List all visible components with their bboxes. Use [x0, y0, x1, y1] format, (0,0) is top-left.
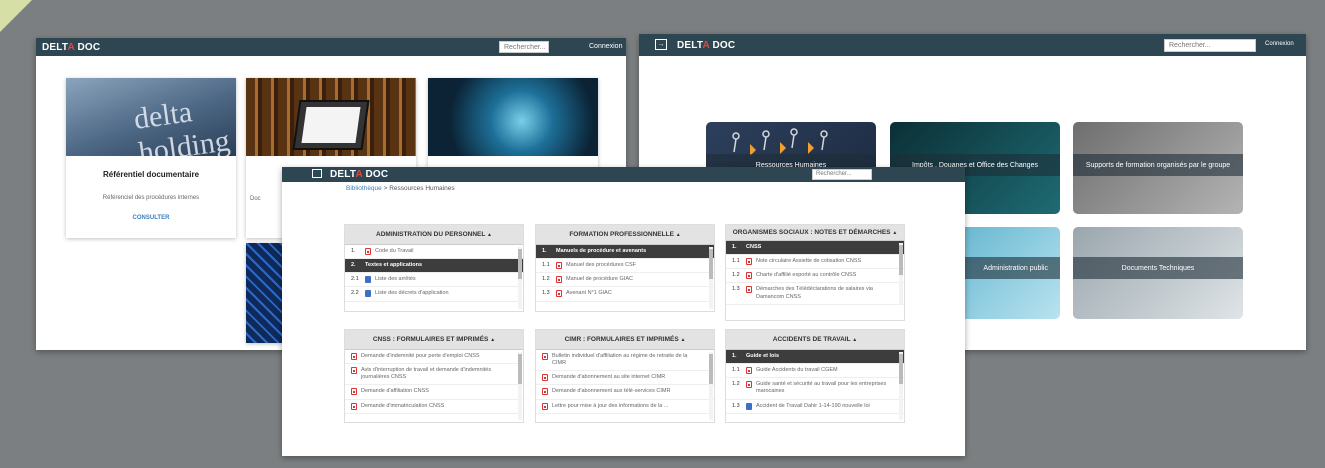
section-header: 1. Manuels de procédure et avenants [536, 245, 714, 260]
list-item[interactable]: Demande d'abonnement au site internet CI… [536, 371, 714, 386]
panel-header[interactable]: ORGANISMES SOCIAUX : NOTES ET DÉMARCHES … [726, 225, 904, 241]
list-item[interactable]: 1. Code du Travail [345, 245, 523, 260]
pdf-icon [556, 262, 562, 270]
pdf-icon [746, 381, 752, 389]
breadcrumb-current: Ressources Humaines [389, 185, 455, 192]
scrollbar[interactable] [709, 352, 713, 420]
list-item[interactable]: Avis d'interruption de travail et demand… [345, 364, 523, 386]
list-item[interactable]: 2.2 Liste des décrets d'application [345, 287, 523, 302]
list-item[interactable]: Demande d'abonnement aux télé-services C… [536, 385, 714, 400]
list-item[interactable]: 2.1 Liste des arrêtés [345, 273, 523, 288]
pdf-icon [556, 290, 562, 298]
search-input[interactable]: Rechercher... [812, 169, 872, 180]
tile-title: Référentiel documentaire [102, 170, 200, 179]
top-navbar: DELTA DOC Rechercher... Connexion [36, 38, 626, 56]
pdf-icon [556, 276, 562, 284]
panel-header[interactable]: CNSS : FORMULAIRES ET IMPRIMÉS ▲ [345, 330, 523, 350]
list-item[interactable]: Lettre pour mise à jour des informations… [536, 400, 714, 414]
pdf-icon [746, 367, 752, 375]
menu-toggle-icon[interactable]: → [655, 39, 667, 50]
panel-administration: ADMINISTRATION DU PERSONNEL ▲ 1. Code du … [344, 224, 524, 312]
list-item[interactable]: 1.1 Note circulaire Assiette de cotisatio… [726, 255, 904, 270]
panel-header[interactable]: ACCIDENTS DE TRAVAIL ▲ [726, 330, 904, 350]
section-header: 2. Textes et applications [345, 259, 523, 274]
corner-decoration [0, 0, 32, 32]
doc-icon [746, 402, 752, 410]
section-header: 1. Guide et lois [726, 350, 904, 365]
list-item[interactable]: 1.2 Manuel de procédure GIAC [536, 273, 714, 288]
breadcrumb-root[interactable]: Bibliothèque [346, 185, 382, 192]
panel-accidents: ACCIDENTS DE TRAVAIL ▲ 1. Guide et lois 1… [725, 329, 905, 423]
panel-cimr-forms: CIMR : FORMULAIRES ET IMPRIMÉS ▲ Bulleti… [535, 329, 715, 423]
tile-image: delta holding [66, 78, 236, 156]
brand-logo[interactable]: DELTA DOC [330, 169, 388, 180]
top-navbar: DELTA DOC Rechercher... [282, 167, 965, 182]
login-link[interactable]: Connexion [1265, 41, 1294, 47]
scrollbar[interactable] [709, 247, 713, 309]
window-library: DELTA DOC Rechercher... Bibliothèque > R… [282, 167, 965, 456]
pdf-icon [365, 248, 371, 255]
list-item[interactable]: 1.3 Avenant N°1 GIAC [536, 287, 714, 302]
search-input[interactable]: Rechercher... [499, 41, 549, 53]
scrollbar[interactable] [899, 243, 903, 305]
pdf-icon [746, 258, 752, 266]
scrollbar[interactable] [899, 352, 903, 420]
pdf-icon [351, 402, 357, 410]
doc-icon [365, 276, 371, 284]
doc-icon [365, 290, 371, 298]
pdf-icon [746, 286, 752, 294]
brand-logo[interactable]: DELTA DOC [677, 40, 735, 51]
category-card[interactable]: Supports de formation organisés par le g… [1073, 122, 1243, 214]
pdf-icon [746, 272, 752, 280]
list-item[interactable]: 1.2 Guide santé et sécurité au travail po… [726, 378, 904, 400]
list-item[interactable]: Demande d'indemnité pour perte d'emploi … [345, 350, 523, 365]
panel-header[interactable]: FORMATION PROFESSIONNELLE ▲ [536, 225, 714, 245]
scrollbar[interactable] [518, 247, 522, 309]
list-item[interactable]: Demande d'immatriculation CNSS [345, 400, 523, 414]
panel-header[interactable]: ADMINISTRATION DU PERSONNEL ▲ [345, 225, 523, 245]
list-item[interactable]: 1.1 Manuel des procédures CSF [536, 259, 714, 274]
pdf-icon [351, 367, 357, 375]
top-navbar: → DELTA DOC Rechercher... Connexion [639, 34, 1306, 56]
pdf-icon [351, 388, 357, 396]
menu-toggle-icon[interactable] [312, 169, 322, 178]
list-item[interactable]: 1.1 Guide Accidents du travail CGEM [726, 364, 904, 379]
breadcrumb: Bibliothèque > Ressources Humaines [346, 185, 455, 192]
panel-formation: FORMATION PROFESSIONNELLE ▲ 1. Manuels de… [535, 224, 715, 312]
panel-header[interactable]: CIMR : FORMULAIRES ET IMPRIMÉS ▲ [536, 330, 714, 350]
login-link[interactable]: Connexion [589, 43, 622, 50]
tile-image [246, 78, 416, 156]
tile-image [428, 78, 598, 156]
brand-logo[interactable]: DELTA DOC [42, 42, 100, 53]
list-item[interactable]: 1.2 Charte d'affilié exporté au contrôle … [726, 269, 904, 284]
pdf-icon [542, 402, 548, 410]
tile-description: Référenciel des procédures internes [102, 195, 200, 201]
panel-cnss-forms: CNSS : FORMULAIRES ET IMPRIMÉS ▲ Demande… [344, 329, 524, 423]
list-item[interactable]: Demande d'affiliation CNSS [345, 385, 523, 400]
list-item[interactable]: 1.3 Accident de Travail Dahir 1-14-190 no… [726, 400, 904, 414]
category-label: Supports de formation organisés par le g… [1073, 154, 1243, 176]
scrollbar[interactable] [518, 352, 522, 420]
consult-button[interactable]: CONSULTER [66, 215, 236, 221]
category-card[interactable]: Documents Techniques [1073, 227, 1243, 319]
pdf-icon [542, 374, 548, 382]
pdf-icon [351, 353, 357, 360]
tile-referentiel[interactable]: delta holding Référentiel documentaire R… [66, 78, 236, 238]
search-input[interactable]: Rechercher... [1164, 39, 1256, 52]
pdf-icon [542, 388, 548, 396]
pdf-icon [542, 353, 548, 360]
list-item[interactable]: Bulletin individuel d'affiliation au rég… [536, 350, 714, 372]
list-item[interactable]: 1.3 Démarches des Télédéclarations de sal… [726, 283, 904, 305]
panel-organismes: ORGANISMES SOCIAUX : NOTES ET DÉMARCHES … [725, 224, 905, 321]
category-label: Documents Techniques [1073, 257, 1243, 279]
section-header: 1. CNSS [726, 241, 904, 256]
